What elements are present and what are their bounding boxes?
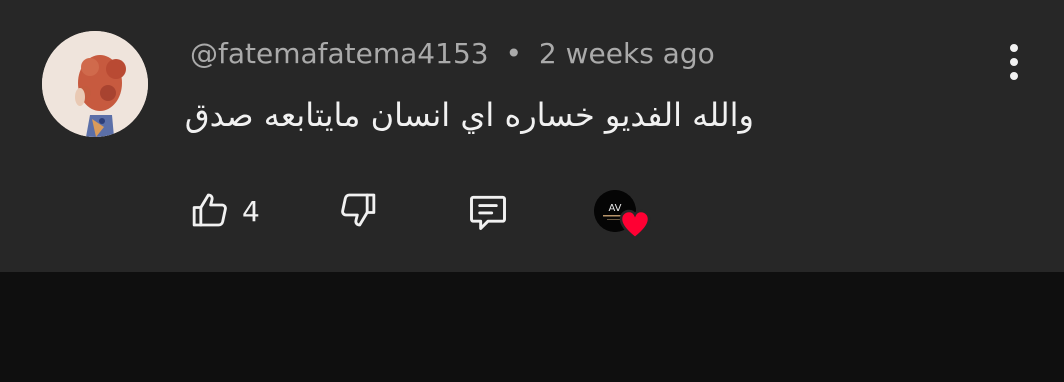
avatar-illustration [42,31,148,137]
heart-icon [619,209,651,240]
reply-button[interactable] [466,190,510,234]
comment-meta: @fatemafatema4153 • 2 weeks ago [190,34,715,74]
meta-separator: • [505,37,522,70]
comment-timestamp: 2 weeks ago [538,37,715,70]
menu-dot [1010,44,1018,52]
page-background-lower [0,272,1064,382]
comment-body: والله الفديو خساره اي انسان مايتابعه صدق [184,96,754,134]
author-handle[interactable]: @fatemafatema4153 [190,37,489,70]
commenter-avatar[interactable] [42,31,148,137]
creator-heart-badge[interactable]: AV [592,188,654,242]
more-vertical-icon[interactable] [996,40,1032,84]
menu-dot [1010,58,1018,66]
menu-dot [1010,72,1018,80]
like-button[interactable]: 4 [190,190,270,234]
comment-card: @fatemafatema4153 • 2 weeks ago والله ال… [0,0,1064,272]
thumbs-up-icon [192,193,227,227]
dislike-button[interactable] [338,190,382,234]
thumbs-down-icon [341,193,376,227]
like-count: 4 [242,195,260,228]
heart-shape [619,209,651,240]
reply-comment-icon [470,195,506,230]
